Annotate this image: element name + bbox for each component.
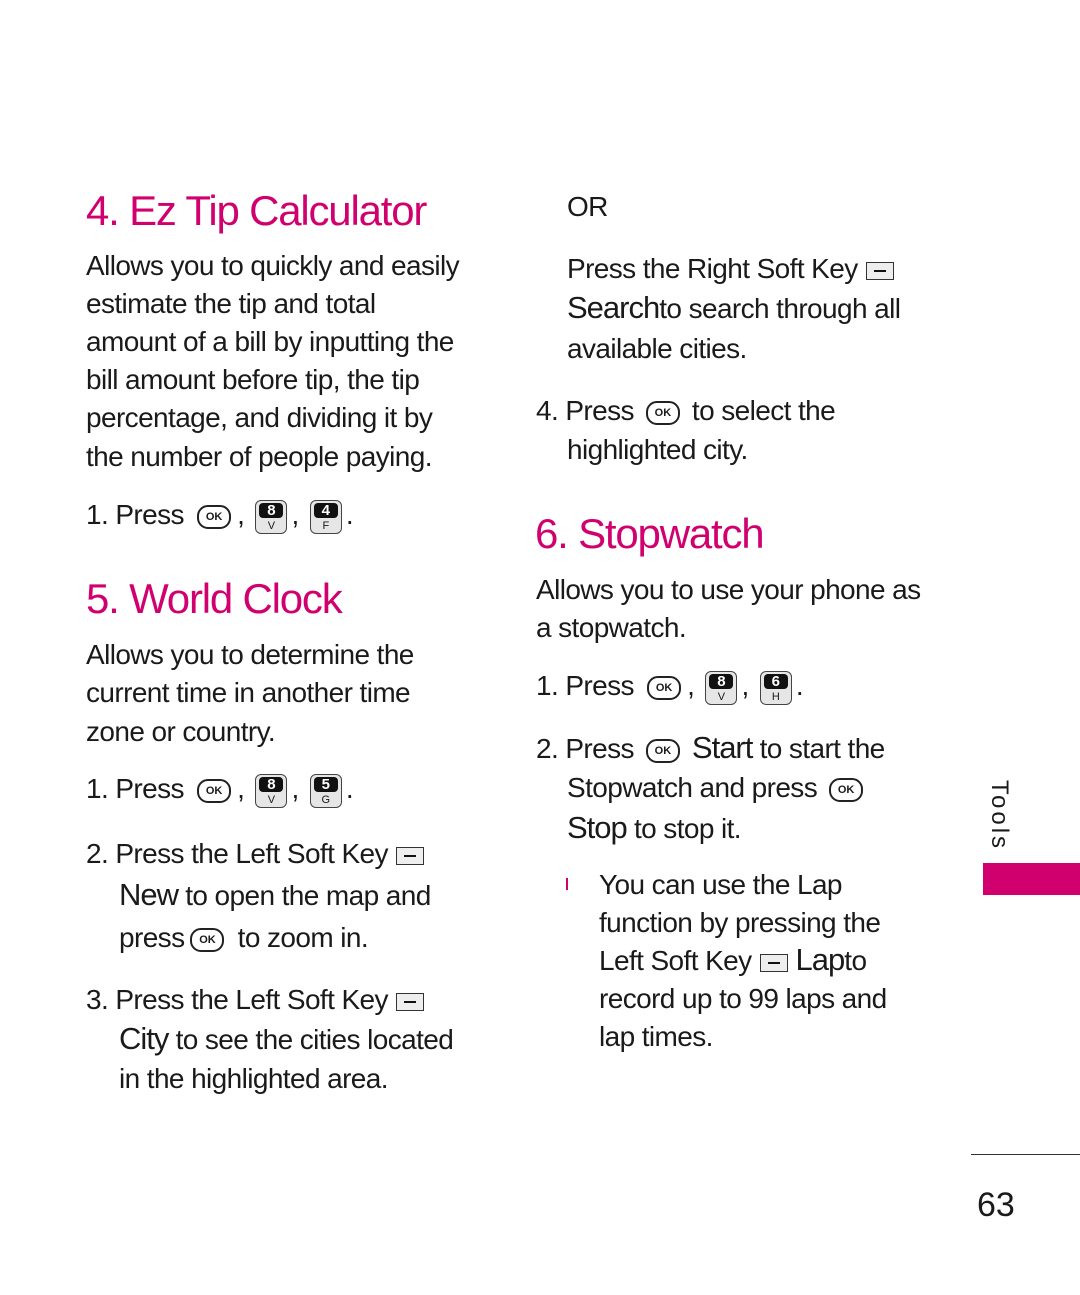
or-text: OR	[567, 191, 608, 222]
stopwatch-para: Allows you to use your phone as	[536, 574, 921, 605]
key-8-icon: 8V	[255, 499, 288, 534]
key-8-icon: 8V	[705, 670, 738, 705]
key-4-icon: 4F	[309, 499, 342, 534]
tip-calculator-heading: 4. Ez Tip Calculator	[86, 187, 427, 234]
world-step-2: New to open the map and	[119, 877, 431, 912]
step-text: 1. Press	[86, 773, 185, 804]
ok-key-icon: OK	[197, 504, 232, 529]
rsk-line: available cities.	[567, 333, 747, 364]
world-step-3: 3. Press the Left Soft Key	[86, 981, 432, 1019]
step-4: highlighted city.	[567, 434, 748, 465]
world-para: zone or country.	[86, 716, 276, 747]
soft-key-icon	[395, 992, 424, 1011]
world-step-1: 1. Press OK, 8V, 5G.	[86, 773, 354, 808]
tip-para: amount of a bill by inputting the	[86, 326, 454, 357]
world-step-2: 2. Press the Left Soft Key	[86, 835, 432, 873]
soft-key-icon	[759, 953, 788, 972]
note-line: lap times.	[599, 1021, 713, 1052]
tip-para: bill amount before tip, the tip	[86, 364, 420, 395]
stopwatch-step-2: 2. Press OK Start to start the	[536, 730, 885, 765]
tip-step-1: 1. Press OK, 8V, 4F.	[86, 499, 354, 534]
world-step-3: City to see the cities located	[119, 1021, 454, 1056]
rsk-line: Searchto search through all	[567, 290, 901, 325]
stopwatch-step-2: Stopwatch and press OK	[567, 769, 875, 807]
rsk-line: Press the Right Soft Key	[567, 250, 902, 288]
ok-key-icon: OK	[190, 927, 225, 952]
soft-key-icon	[865, 261, 894, 280]
key-8-icon: 8V	[255, 773, 288, 808]
ok-key-icon: OK	[197, 778, 232, 803]
tip-para: estimate the tip and total	[86, 288, 376, 319]
stopwatch-heading: 6. Stopwatch	[535, 510, 765, 557]
page-number: 63	[977, 1186, 1015, 1224]
soft-key-icon	[395, 846, 424, 865]
world-para: Allows you to determine the	[86, 639, 414, 670]
step-4: 4. Press OK to select the	[536, 395, 836, 426]
section-side-label: Tools	[986, 780, 1013, 852]
note-line: Left Soft Key Lapto	[599, 942, 867, 977]
note-line: function by pressing the	[599, 907, 881, 938]
ok-key-icon: OK	[647, 675, 682, 700]
key-5-icon: 5G	[309, 773, 342, 808]
ok-key-icon: OK	[645, 400, 680, 425]
ok-key-icon: OK	[829, 777, 864, 802]
tip-para: Allows you to quickly and easily	[86, 250, 460, 281]
note-line: record up to 99 laps and	[599, 983, 887, 1014]
section-tab-marker	[983, 863, 1080, 895]
stopwatch-step-2: Stop to stop it.	[567, 810, 742, 845]
ok-key-icon: OK	[645, 738, 680, 763]
world-step-2: press OK to zoom in.	[119, 922, 369, 953]
world-para: current time in another time	[86, 677, 411, 708]
stopwatch-step-1: 1. Press OK, 8V, 6H.	[536, 670, 804, 705]
tip-para: percentage, and dividing it by	[86, 402, 433, 433]
bullet-marker	[566, 878, 568, 890]
world-step-3: in the highlighted area.	[119, 1063, 389, 1094]
stopwatch-para: a stopwatch.	[536, 612, 687, 643]
tip-para: the number of people paying.	[86, 441, 433, 472]
step-text: 1. Press	[86, 499, 185, 530]
note-line: You can use the Lap	[599, 869, 843, 900]
world-clock-heading: 5. World Clock	[86, 575, 343, 622]
footer-rule	[971, 1154, 1080, 1155]
key-6-icon: 6H	[759, 670, 792, 705]
